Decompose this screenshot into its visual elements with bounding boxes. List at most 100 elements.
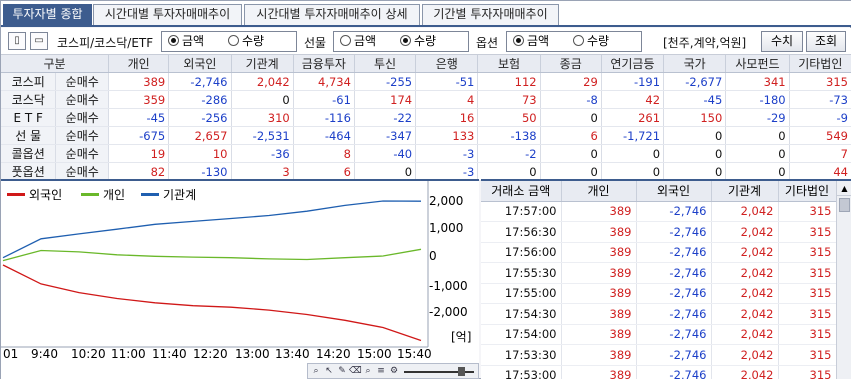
summary-cell: 50 [477, 108, 541, 127]
timeline-cell: -2,746 [636, 201, 712, 222]
summary-cell: 44 [789, 162, 851, 181]
col-header: 국가 [663, 55, 727, 73]
options-amount-radio[interactable]: 금액 [513, 34, 549, 49]
summary-row[interactable]: E T F 순매수 -45 -256 310 -116 -22 16 50 0 261 150 -29-… [1, 108, 851, 127]
timeline-row[interactable]: 17:53:00 389 -2,746 2,042 315 [481, 365, 837, 379]
pointer-icon[interactable]: ↖ [323, 365, 335, 377]
scroll-up-icon[interactable]: ▲ [837, 181, 851, 196]
monitor-icon[interactable]: ▭ [30, 32, 48, 50]
summary-cell: 0 [601, 162, 665, 181]
futures-amount-radio[interactable]: 금액 [340, 34, 376, 49]
y-tick-label: 1,000 [429, 221, 464, 235]
investor-summary-table: 구분 개인 외국인 기관계 금융투자 투신 은행 보험 종금 연기금등 국가 사… [1, 55, 851, 181]
timeline-cell: 389 [561, 201, 637, 222]
market-name: E T F [1, 108, 57, 127]
summary-cell: 133 [415, 126, 479, 145]
eraser-icon[interactable]: ⌫ [349, 365, 362, 377]
market-radio-group: 금액 수량 [161, 31, 297, 52]
summary-row[interactable]: 코스피 순매수 389 -2,746 2,042 4,734 -255 -51 112 29 -19… [1, 72, 851, 91]
futures-radio-group: 금액 수량 [333, 31, 469, 52]
radio-unselected-icon [228, 35, 239, 46]
y-tick-label: -2,000 [429, 305, 468, 319]
zoom-slider-handle[interactable] [458, 367, 465, 376]
pencil-icon[interactable]: ✎ [336, 365, 348, 377]
timeline-row[interactable]: 17:56:00 389 -2,746 2,042 315 [481, 242, 837, 263]
market-amount-radio[interactable]: 금액 [168, 34, 204, 49]
summary-cell: 4,734 [293, 72, 355, 91]
x-tick-label: 15:00 [357, 347, 392, 361]
timeline-row[interactable]: 17:53:30 389 -2,746 2,042 315 [481, 344, 837, 366]
summary-cell: -2,677 [663, 72, 727, 91]
options-qty-radio[interactable]: 수량 [573, 34, 609, 49]
timeline-scrollbar[interactable]: ▲ [836, 181, 851, 379]
y-tick-label: -1,000 [429, 279, 468, 293]
y-tick-label: 2,000 [429, 194, 464, 208]
summary-cell: 7 [789, 144, 851, 163]
layout-toggle-icon[interactable]: ▯ [8, 32, 26, 50]
futures-qty-radio[interactable]: 수량 [400, 34, 436, 49]
timeline-cell: 2,042 [711, 324, 779, 345]
summary-cell: -138 [477, 126, 541, 145]
summary-cell: 73 [477, 90, 541, 109]
summary-cell: 0 [663, 126, 727, 145]
timeline-cell: 2,042 [711, 242, 779, 263]
futures-label: 선물 [304, 36, 327, 50]
time-cell: 17:57:00 [481, 201, 562, 222]
value-button[interactable]: 수치 [761, 31, 803, 52]
market-qty-radio[interactable]: 수량 [228, 34, 264, 49]
tab-time-trend[interactable]: 시간대별 투자자매매추이 [93, 4, 242, 25]
tab-period-trend[interactable]: 기간별 투자자매매추이 [422, 4, 559, 25]
timeline-cell: -2,746 [636, 324, 712, 345]
timeline-row[interactable]: 17:54:00 389 -2,746 2,042 315 [481, 324, 837, 345]
radio-unselected-icon [573, 35, 584, 46]
search-icon[interactable]: ⌕ [362, 365, 374, 377]
summary-cell: 0 [354, 162, 417, 181]
timeline-row[interactable]: 17:56:30 389 -2,746 2,042 315 [481, 221, 837, 243]
summary-cell: -2,746 [168, 72, 232, 91]
zoom-icon[interactable]: ⌕ [310, 365, 322, 377]
query-button[interactable]: 조회 [806, 31, 846, 52]
summary-cell: -9 [789, 108, 851, 127]
radio-selected-icon [168, 35, 179, 46]
tab-time-trend-detail[interactable]: 시간대별 투자자매매추이 상세 [244, 4, 420, 25]
settings-icon[interactable]: ⚙ [388, 365, 400, 377]
summary-cell: 261 [601, 108, 665, 127]
summary-row[interactable]: 콜옵션 순매수 19 10 -36 8 -40 -3 -2 0 0 0 0 7 [1, 144, 851, 163]
summary-cell: -22 [354, 108, 417, 127]
options-radio-group: 금액 수량 [506, 31, 642, 52]
investor-trading-window: 투자자별 종합 시간대별 투자자매매추이 시간대별 투자자매매추이 상세 기간별… [0, 0, 851, 379]
summary-cell: -2,531 [231, 126, 294, 145]
summary-cell: 29 [540, 72, 602, 91]
timeline-row[interactable]: 17:55:00 389 -2,746 2,042 315 [481, 283, 837, 304]
series-line [2, 264, 422, 342]
summary-cell: -3 [415, 144, 479, 163]
summary-cell: -51 [415, 72, 479, 91]
list-icon[interactable]: ≡ [375, 365, 387, 377]
x-tick-label: 9:40 [31, 347, 58, 361]
timeline-row[interactable]: 17:54:30 389 -2,746 2,042 315 [481, 303, 837, 325]
summary-cell: 0 [663, 162, 727, 181]
scroll-thumb[interactable] [839, 198, 850, 212]
summary-cell: 2,657 [168, 126, 232, 145]
summary-row[interactable]: 선 물 순매수 -675 2,657 -2,531 -464 -347 133 -138 6 -1,… [1, 126, 851, 145]
summary-cell: -116 [293, 108, 355, 127]
summary-cell: 4 [415, 90, 479, 109]
summary-cell: -3 [415, 162, 479, 181]
timeline-cell: 315 [778, 324, 837, 345]
summary-cell: 8 [293, 144, 355, 163]
x-tick-label: 12:20 [193, 347, 228, 361]
summary-cell: 310 [231, 108, 294, 127]
tab-investor-summary[interactable]: 투자자별 종합 [3, 4, 92, 25]
timeline-cell: 2,042 [711, 201, 779, 222]
col-header: 개인 [561, 181, 637, 202]
summary-cell: 112 [477, 72, 541, 91]
summary-row[interactable]: 코스닥 순매수 359 -286 0 -61 174 4 73 -8 42 -45 -180 -73 [1, 90, 851, 109]
timeline-panel: 거래소 금액 개인 외국인 기관계 기타법인 17:57:00 389 -2,746… [481, 179, 851, 379]
timeline-row[interactable]: 17:55:30 389 -2,746 2,042 315 [481, 262, 837, 284]
timeline-cell: -2,746 [636, 365, 712, 379]
col-header: 보험 [477, 55, 541, 73]
summary-cell: 42 [601, 90, 665, 109]
summary-row[interactable]: 풋옵션 순매수 82 -130 3 6 0 -3 0 0 0 0 0 44 [1, 162, 851, 181]
timeline-row[interactable]: 17:57:00 389 -2,746 2,042 315 [481, 201, 837, 222]
summary-cell: -2 [477, 144, 541, 163]
